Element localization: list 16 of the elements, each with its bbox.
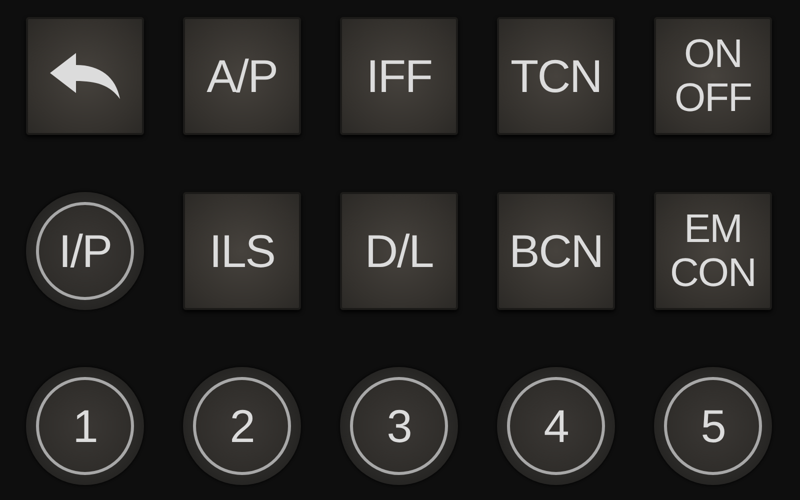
key-button[interactable]: ON OFF <box>654 17 772 135</box>
round-button[interactable]: 4 <box>507 377 605 475</box>
key-button[interactable]: ILS <box>183 192 301 310</box>
round-button[interactable]: 1 <box>36 377 134 475</box>
key-button[interactable]: EM CON <box>654 192 772 310</box>
key-button[interactable]: TCN <box>497 17 615 135</box>
round-button[interactable]: I/P <box>36 202 134 300</box>
round-button[interactable]: 5 <box>664 377 762 475</box>
key-button[interactable]: BCN <box>497 192 615 310</box>
back-arrow-icon <box>48 51 122 101</box>
key-button[interactable]: D/L <box>340 192 458 310</box>
round-button[interactable]: 3 <box>350 377 448 475</box>
back-button[interactable] <box>26 17 144 135</box>
key-button[interactable]: A/P <box>183 17 301 135</box>
round-button[interactable]: 2 <box>193 377 291 475</box>
key-button[interactable]: IFF <box>340 17 458 135</box>
